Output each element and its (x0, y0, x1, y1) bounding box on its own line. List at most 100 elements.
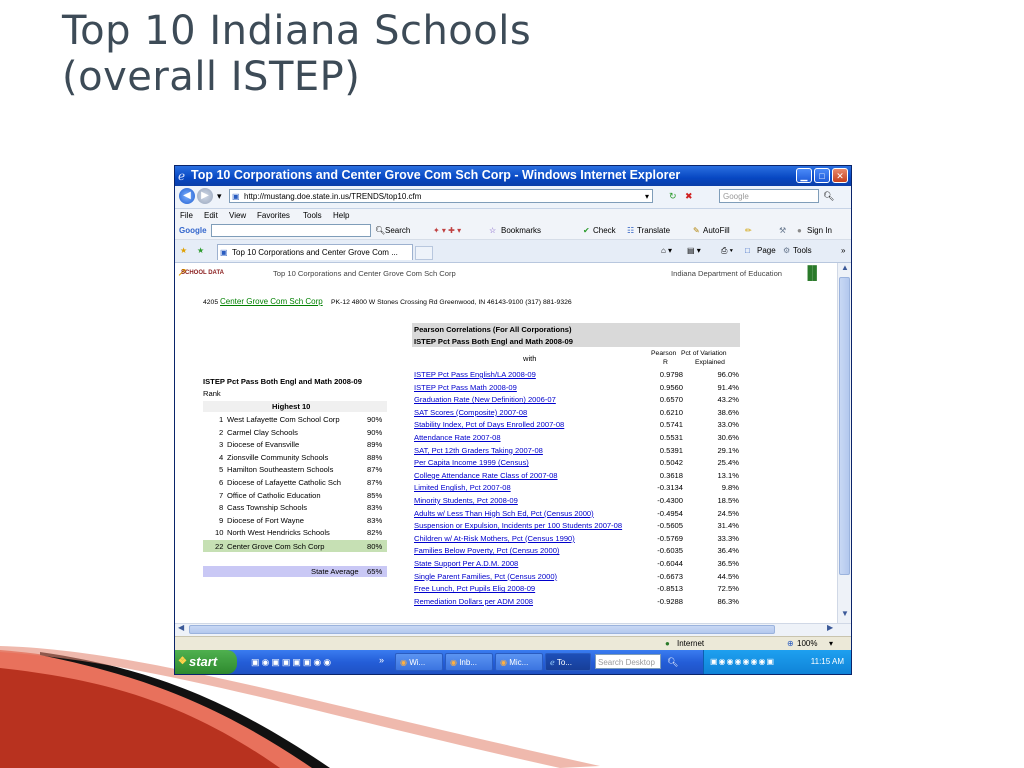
vertical-scroll-thumb[interactable] (839, 277, 850, 575)
wrench-icon[interactable]: ⚒ (779, 222, 786, 239)
scroll-up-icon[interactable]: ▲ (841, 263, 849, 272)
col-v-line2: Explained (695, 359, 725, 366)
start-button[interactable]: ❖ start (175, 650, 237, 674)
google-search-button[interactable]: Search (385, 222, 410, 239)
menu-view[interactable]: View (229, 209, 246, 222)
brand-text: School Data (181, 270, 224, 276)
menu-help[interactable]: Help (333, 209, 349, 222)
pencil-icon[interactable]: ✏ (745, 222, 752, 239)
correlation-link[interactable]: SAT, Pct 12th Graders Taking 2007-08 (414, 445, 543, 456)
corp-name-link[interactable]: Center Grove Com Sch Corp (220, 296, 323, 307)
close-button[interactable]: ✕ (832, 168, 848, 183)
correlation-link[interactable]: ISTEP Pct Pass Math 2008-09 (414, 382, 517, 393)
taskbar-item-2[interactable]: ◉ Inb... (445, 653, 493, 671)
home-icon[interactable]: ⌂ ▾ (661, 240, 672, 262)
correlation-link[interactable]: Adults w/ Less Than High Sch Ed, Pct (Ce… (414, 508, 594, 519)
translate-button[interactable]: Translate (637, 222, 670, 239)
correlation-link[interactable]: Limited English, Pct 2007-08 (414, 482, 511, 493)
correlation-r-value: 0.5531 (659, 433, 683, 442)
zoom-icon: ⊕ (787, 639, 794, 648)
scroll-left-icon[interactable]: ◀ (178, 623, 184, 632)
new-tab-button[interactable] (415, 246, 433, 260)
ranking-value: 89% (367, 440, 383, 450)
bookmarks-button[interactable]: Bookmarks (501, 222, 541, 239)
zoom-dropdown-icon[interactable]: ▾ (829, 637, 833, 651)
menu-file[interactable]: File (180, 209, 193, 222)
ranking-value: 87% (367, 478, 383, 487)
quick-launch-icons[interactable]: ▣◉▣▣▣▣◉◉ (251, 650, 333, 674)
refresh-icon[interactable]: ↻ (669, 189, 677, 203)
back-button[interactable]: ◀ (179, 188, 195, 204)
page-header-title: Top 10 Corporations and Center Grove Com… (273, 269, 456, 278)
correlation-link[interactable]: Families Below Poverty, Pct (Census 2000… (414, 545, 559, 556)
google-search-input[interactable] (211, 224, 371, 237)
taskbar-item-1[interactable]: ◉ Wi... (395, 653, 443, 671)
correlation-link[interactable]: Per Capita Income 1999 (Census) (414, 457, 529, 468)
scroll-right-icon[interactable]: ▶ (827, 623, 833, 632)
google-logo: Google (179, 226, 207, 235)
desktop-search-input[interactable]: Search Desktop (595, 654, 661, 669)
correlation-link[interactable]: Children w/ At-Risk Mothers, Pct (Census… (414, 533, 575, 544)
scroll-down-icon[interactable]: ▼ (841, 609, 849, 618)
quick-launch-more-icon[interactable]: » (379, 648, 384, 672)
tools-menu-button[interactable]: Tools (793, 240, 812, 262)
correlation-link[interactable]: ISTEP Pct Pass English/LA 2008-09 (414, 369, 536, 380)
correlation-link[interactable]: Free Lunch, Pct Pupils Elig 2008-09 (414, 583, 535, 594)
favorites-star-icon[interactable]: ★ (180, 240, 187, 262)
taskbar-item-3[interactable]: ◉ Mic... (495, 653, 543, 671)
taskbar-item-3-label: Mic... (509, 658, 529, 667)
address-url: http://mustang.doe.state.in.us/TRENDS/to… (244, 192, 422, 201)
minimize-button[interactable]: ▁ (796, 168, 812, 183)
correlation-link[interactable]: Suspension or Expulsion, Incidents per 1… (414, 520, 622, 531)
feeds-icon[interactable]: ▤ ▾ (687, 240, 701, 262)
add-favorites-icon[interactable]: ★ (197, 240, 204, 262)
correlation-link[interactable]: Single Parent Families, Pct (Census 2000… (414, 571, 557, 582)
zoom-level[interactable]: 100% (797, 637, 817, 651)
horizontal-scroll-thumb[interactable] (189, 625, 775, 634)
correlation-link[interactable]: Stability Index, Pct of Days Enrolled 20… (414, 419, 564, 430)
autofill-button[interactable]: AutoFill (703, 222, 730, 239)
stop-icon[interactable]: ✖ (685, 189, 693, 203)
correlation-link[interactable]: State Support Per A.D.M. 2008 (414, 558, 518, 569)
correlation-r-value: -0.6035 (657, 546, 683, 556)
correlation-pct-value: 36.4% (717, 546, 739, 556)
menu-edit[interactable]: Edit (204, 209, 218, 222)
sign-in-button[interactable]: Sign In (807, 222, 832, 239)
chevron-more-icon[interactable]: » (841, 240, 845, 262)
print-icon[interactable]: ⎙ ▾ (721, 240, 733, 262)
correlation-link[interactable]: Minority Students, Pct 2008-09 (414, 495, 518, 506)
taskbar-item-4[interactable]: ℯ To... (545, 653, 591, 671)
search-input[interactable]: Google (719, 189, 819, 203)
correlation-link[interactable]: Remediation Dollars per ADM 2008 (414, 596, 533, 607)
search-icon[interactable]: 🔍︎ (823, 189, 834, 203)
correlation-r-value: 0.3618 (659, 470, 683, 480)
check-button[interactable]: Check (593, 222, 616, 239)
correlation-link[interactable]: College Attendance Rate Class of 2007-08 (414, 470, 558, 481)
ranking-school-name: Center Grove Com Sch Corp (227, 542, 325, 551)
school-data-logo[interactable]: ↗ School Data (177, 265, 225, 281)
correlation-r-value: -0.5769 (657, 533, 683, 543)
desktop-search-icon[interactable]: 🔍︎ (667, 650, 678, 674)
menu-tools[interactable]: Tools (303, 209, 322, 222)
globe-icon: ● (665, 639, 670, 648)
tray-icons[interactable]: ▣◉◉◉◉◉◉▣ (710, 650, 775, 674)
window-titlebar[interactable]: ℯ Top 10 Corporations and Center Grove C… (175, 166, 851, 186)
page-menu-button[interactable]: Page (757, 240, 776, 262)
slide-title-line1: Top 10 Indiana Schools (62, 8, 532, 54)
correlation-link[interactable]: Graduation Rate (New Definition) 2006-07 (414, 394, 556, 405)
correlation-pct-value: 43.2% (717, 395, 739, 405)
forward-button[interactable]: ▶ (197, 188, 213, 204)
vertical-scrollbar[interactable]: ▲ ▼ (837, 263, 851, 623)
browser-tab[interactable]: ▣ Top 10 Corporations and Center Grove C… (217, 244, 413, 260)
correlation-link[interactable]: Attendance Rate 2007-08 (414, 432, 501, 443)
address-input[interactable]: ▣ http://mustang.doe.state.in.us/TRENDS/… (229, 189, 653, 203)
menu-favorites[interactable]: Favorites (257, 209, 290, 222)
toolbar-shortcut-icons[interactable]: ✦ ▾ ✚ ▾ (433, 222, 461, 239)
correlation-pct-value: 33.3% (717, 533, 739, 543)
horizontal-scrollbar[interactable]: ◀ ▶ (175, 623, 851, 636)
address-dropdown-icon[interactable]: ▾ (645, 190, 649, 204)
rank-label: Rank (203, 389, 221, 398)
recent-pages-dropdown-icon[interactable]: ▾ (217, 189, 222, 203)
correlation-link[interactable]: SAT Scores (Composite) 2007-08 (414, 407, 527, 418)
maximize-button[interactable]: □ (814, 168, 830, 183)
